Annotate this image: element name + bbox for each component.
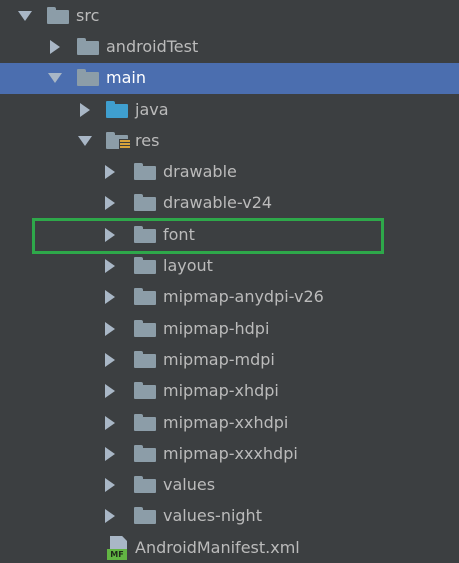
tree-item-androidtest[interactable]: androidTest <box>0 31 459 62</box>
chevron-right-icon[interactable] <box>105 446 115 461</box>
tree-item-label: values-night <box>163 506 262 526</box>
tree-item-label: mipmap-xhdpi <box>163 381 279 401</box>
chevron-right-icon[interactable] <box>50 39 60 54</box>
tree-item-mipmap-xhdpi[interactable]: mipmap-xhdpi <box>0 376 459 407</box>
folder-icon <box>134 382 156 400</box>
chevron-right-icon[interactable] <box>80 102 90 117</box>
tree-item-label: mipmap-xxhdpi <box>163 412 289 432</box>
tree-item-mipmap-mdpi[interactable]: mipmap-mdpi <box>0 344 459 375</box>
tree-item-mipmap-xxhdpi[interactable]: mipmap-xxhdpi <box>0 407 459 438</box>
tree-item-values[interactable]: values <box>0 469 459 500</box>
tree-item-mipmap-hdpi[interactable]: mipmap-hdpi <box>0 313 459 344</box>
chevron-right-icon[interactable] <box>105 352 115 367</box>
chevron-right-icon[interactable] <box>105 478 115 493</box>
tree-item-label: res <box>135 130 160 150</box>
chevron-right-icon[interactable] <box>105 509 115 524</box>
tree-item-label: layout <box>163 256 213 276</box>
chevron-right-icon[interactable] <box>105 196 115 211</box>
tree-item-label: java <box>135 99 169 119</box>
chevron-right-icon[interactable] <box>105 321 115 336</box>
tree-item-label: main <box>106 68 146 88</box>
tree-item-main[interactable]: main <box>0 62 459 94</box>
chevron-right-icon[interactable] <box>105 165 115 180</box>
chevron-right-icon[interactable] <box>105 415 115 430</box>
folder-icon <box>134 163 156 181</box>
tree-item-label: values <box>163 475 216 495</box>
chevron-down-icon[interactable] <box>48 73 62 84</box>
manifest-badge: MF <box>107 548 127 560</box>
tree-item-label: AndroidManifest.xml <box>135 537 300 557</box>
tree-item-layout[interactable]: layout <box>0 250 459 281</box>
folder-icon <box>77 37 99 55</box>
chevron-right-icon[interactable] <box>105 259 115 274</box>
tree-item-label: androidTest <box>106 36 199 56</box>
folder-icon <box>134 350 156 368</box>
project-tree: src androidTest main java res drawable d… <box>0 0 459 563</box>
tree-item-mipmap-xxxhdpi[interactable]: mipmap-xxxhdpi <box>0 438 459 469</box>
highlight-box <box>32 218 384 254</box>
tree-item-label: drawable <box>163 162 237 182</box>
folder-icon <box>77 69 99 87</box>
chevron-right-icon[interactable] <box>105 384 115 399</box>
folder-icon <box>134 444 156 462</box>
tree-item-drawable-v24[interactable]: drawable-v24 <box>0 188 459 219</box>
folder-icon <box>134 413 156 431</box>
resources-folder-icon <box>106 131 131 151</box>
tree-item-label: mipmap-hdpi <box>163 318 270 338</box>
tree-item-values-night[interactable]: values-night <box>0 501 459 532</box>
folder-icon <box>134 319 156 337</box>
chevron-down-icon[interactable] <box>78 135 92 146</box>
tree-item-label: src <box>76 5 100 25</box>
folder-icon <box>134 507 156 525</box>
tree-item-drawable[interactable]: drawable <box>0 156 459 187</box>
tree-item-src[interactable]: src <box>0 0 459 31</box>
tree-item-label: mipmap-xxxhdpi <box>163 443 298 463</box>
chevron-down-icon[interactable] <box>18 10 32 21</box>
folder-icon <box>134 476 156 494</box>
folder-icon <box>134 194 156 212</box>
tree-item-label: mipmap-anydpi-v26 <box>163 287 324 307</box>
tree-item-label: mipmap-mdpi <box>163 349 275 369</box>
tree-item-label: drawable-v24 <box>163 193 273 213</box>
tree-item-mipmap-anydpi-v26[interactable]: mipmap-anydpi-v26 <box>0 282 459 313</box>
folder-icon <box>47 6 69 24</box>
folder-icon <box>134 288 156 306</box>
tree-item-java[interactable]: java <box>0 94 459 125</box>
chevron-right-icon[interactable] <box>105 290 115 305</box>
manifest-file-icon: MF <box>107 535 129 560</box>
tree-item-res[interactable]: res <box>0 125 459 156</box>
tree-item-androidmanifest[interactable]: MF AndroidManifest.xml <box>0 532 459 563</box>
folder-icon <box>134 257 156 275</box>
source-folder-icon <box>106 100 128 118</box>
